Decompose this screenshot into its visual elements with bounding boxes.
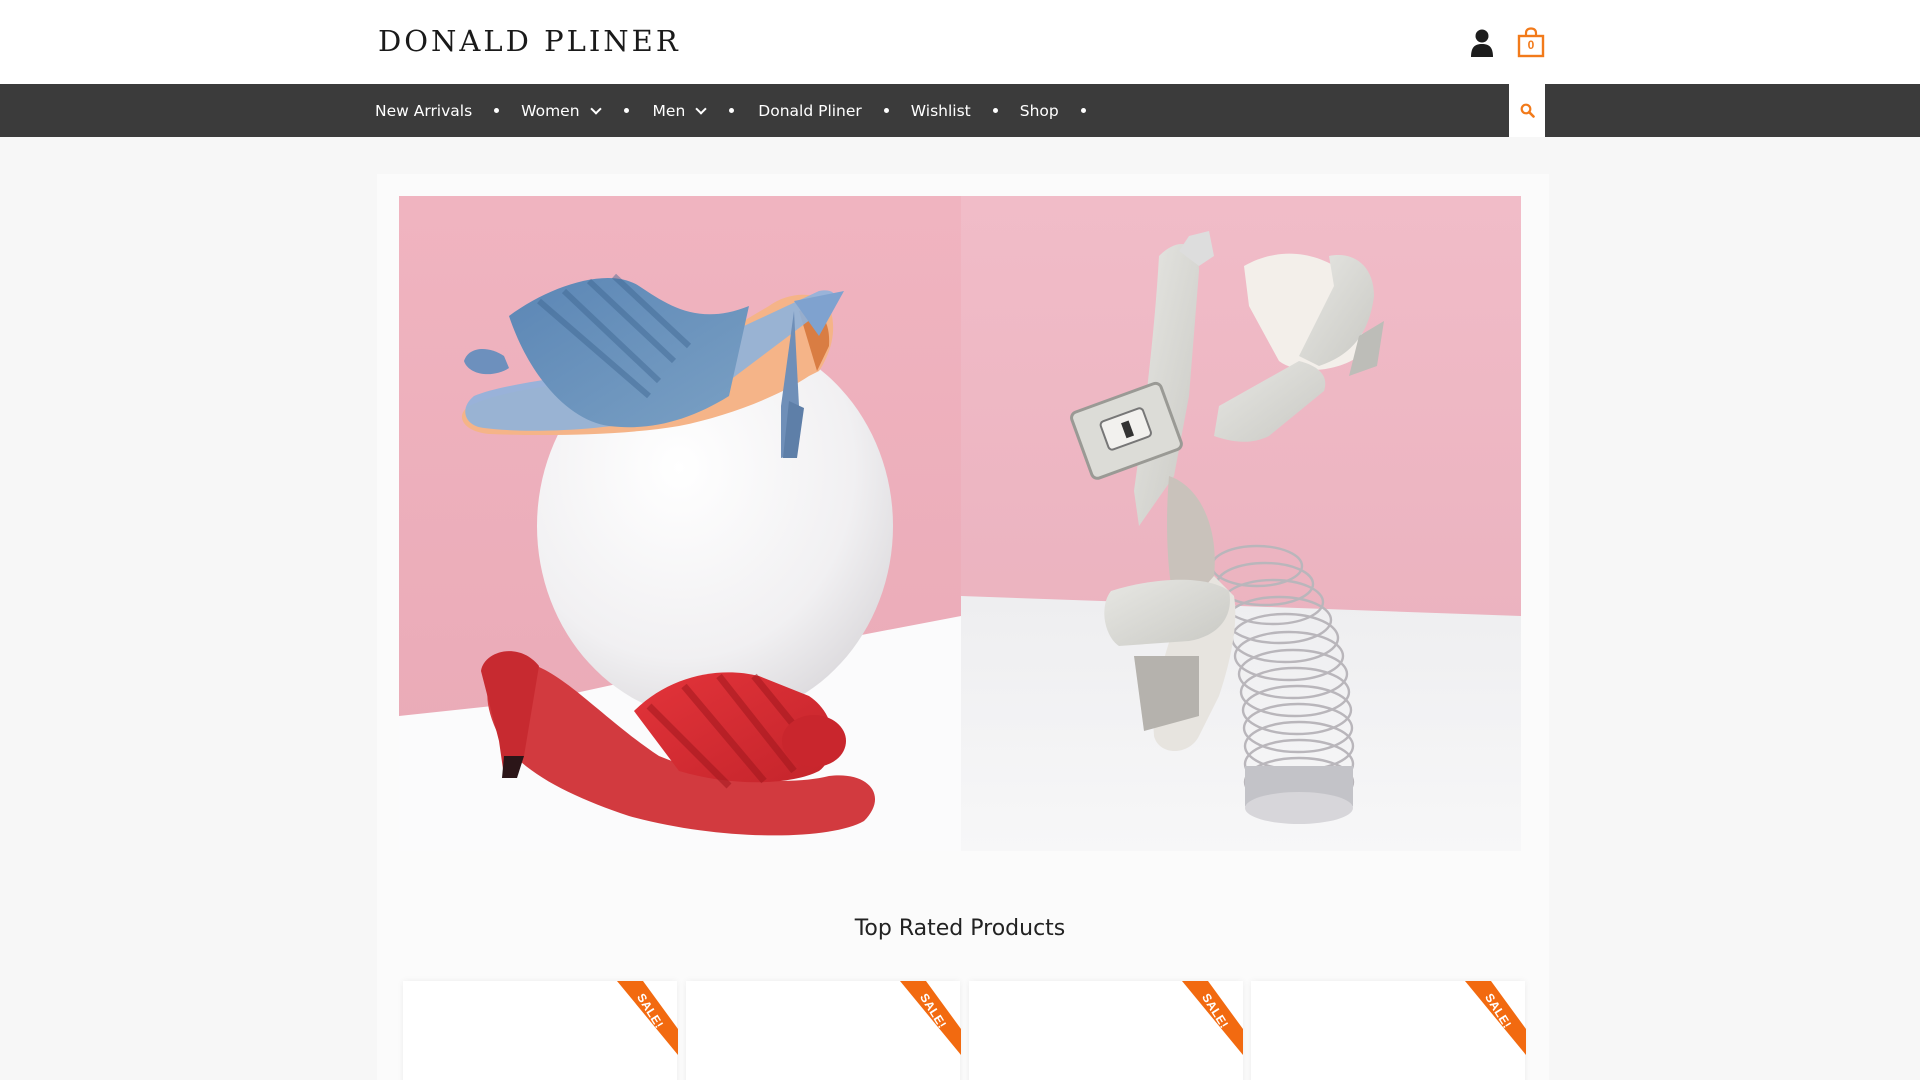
sale-badge: SALE! [617, 981, 678, 1055]
nav-separator [623, 108, 629, 113]
nav-separator [883, 108, 889, 113]
search-button[interactable] [1509, 84, 1545, 137]
chevron-down-icon [589, 102, 602, 115]
nav-item-label: Men [652, 101, 686, 120]
chevron-down-icon [695, 102, 707, 115]
site-header: DONALD PLINER 0 [0, 0, 1920, 84]
site-logo[interactable]: DONALD PLINER [378, 26, 681, 56]
nav-separator [992, 108, 998, 113]
nav-separator [494, 108, 500, 113]
nav-item-donald-pliner[interactable]: Donald Pliner [758, 102, 862, 120]
sale-badge: SALE! [900, 981, 961, 1055]
nav-item-label: New Arrivals [375, 101, 473, 120]
nav-item-label: Wishlist [910, 101, 971, 120]
sale-badge: SALE! [1182, 981, 1243, 1055]
nav-item-new-arrivals[interactable]: New Arrivals [375, 102, 472, 120]
search-icon [1520, 103, 1535, 118]
nav-item-women[interactable]: Women [521, 101, 602, 120]
section-title: Top Rated Products [854, 916, 1066, 941]
nav-item-label: Donald Pliner [758, 101, 862, 120]
nav-item-wishlist[interactable]: Wishlist [911, 102, 971, 120]
main-nav: New Arrivals Women Men Donald Pliner Wis… [0, 84, 1920, 137]
sale-badge: SALE! [1465, 981, 1526, 1055]
nav-item-label: Women [521, 101, 580, 120]
nav-separator [729, 108, 735, 113]
nav-separator [1080, 108, 1086, 113]
cart-button[interactable]: 0 [1517, 27, 1545, 58]
nav-item-shop[interactable]: Shop [1020, 102, 1059, 120]
user-icon[interactable] [1470, 28, 1494, 58]
cart-count: 0 [1527, 38, 1535, 52]
nav-item-men[interactable]: Men [652, 101, 707, 120]
nav-item-label: Shop [1019, 101, 1059, 120]
hero-banner[interactable] [399, 196, 1521, 851]
